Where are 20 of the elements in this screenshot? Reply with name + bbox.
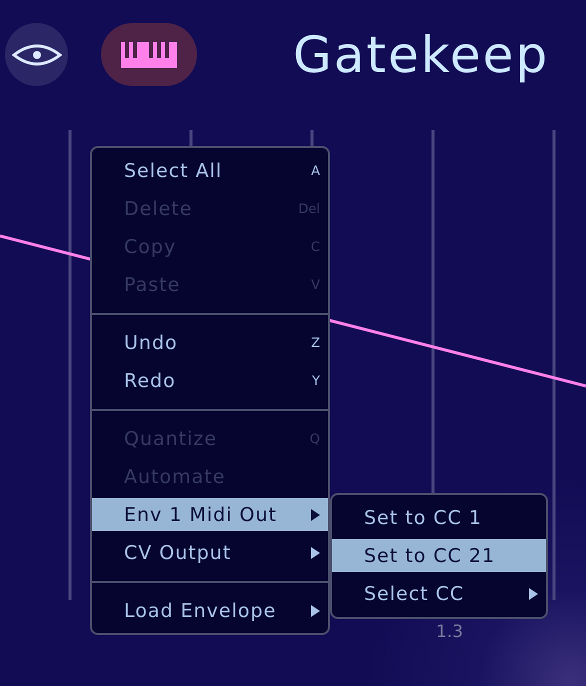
menu-item[interactable]: Select CC [332, 575, 546, 613]
menu-item[interactable]: Undo Z [92, 324, 328, 362]
menu-item[interactable]: Env 1 Midi Out [92, 498, 328, 531]
submenu-arrow-icon [311, 605, 320, 617]
menu-item[interactable]: CV Output [92, 534, 328, 572]
menu-item[interactable]: Set to CC 21 [332, 539, 546, 572]
submenu-arrow-icon [311, 547, 320, 559]
app-title: Gatekeep [293, 26, 550, 84]
menu-item[interactable]: Set to CC 1 [332, 499, 546, 537]
shortcut-label: A [311, 164, 320, 178]
menu-item[interactable]: Load Envelope [92, 592, 328, 630]
menu-item[interactable]: Redo Y [92, 362, 328, 400]
shortcut-label: Y [312, 374, 320, 388]
keyboard-icon [121, 42, 177, 68]
shortcut-label: Z [311, 336, 320, 350]
menu-item[interactable]: Select All A [92, 152, 328, 190]
eye-icon [12, 42, 62, 66]
axis-label: 1.3 [436, 622, 464, 642]
submenu-arrow-icon [311, 508, 320, 520]
submenu-arrow-icon [529, 588, 538, 600]
